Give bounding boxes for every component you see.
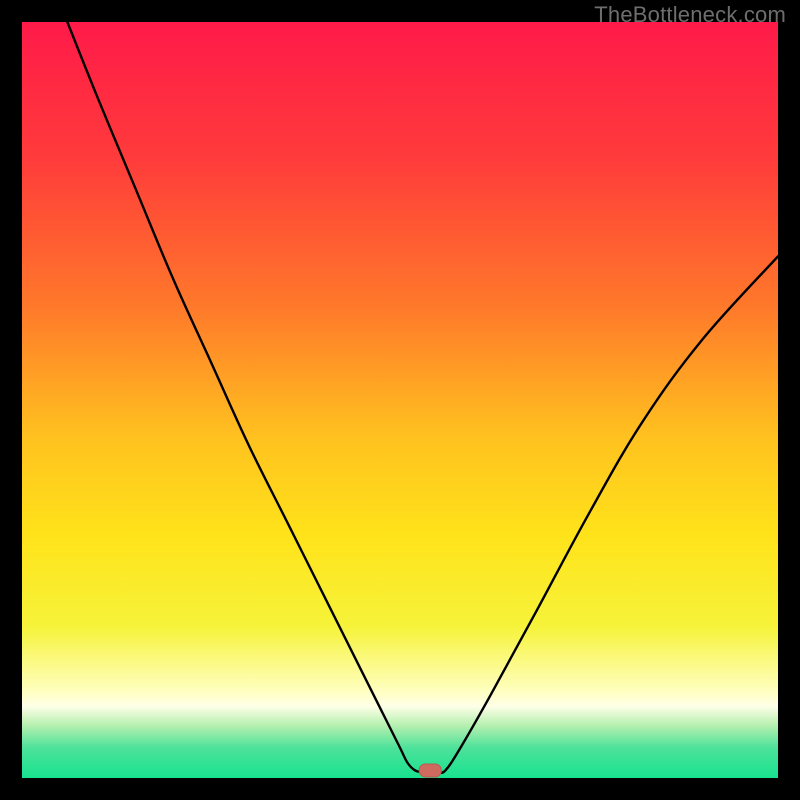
chart-frame: TheBottleneck.com [0, 0, 800, 800]
bottleneck-curve-chart [22, 22, 778, 778]
watermark-text: TheBottleneck.com [594, 2, 786, 28]
optimal-marker [419, 764, 441, 777]
plot-area [22, 22, 778, 778]
gradient-background [22, 22, 778, 778]
